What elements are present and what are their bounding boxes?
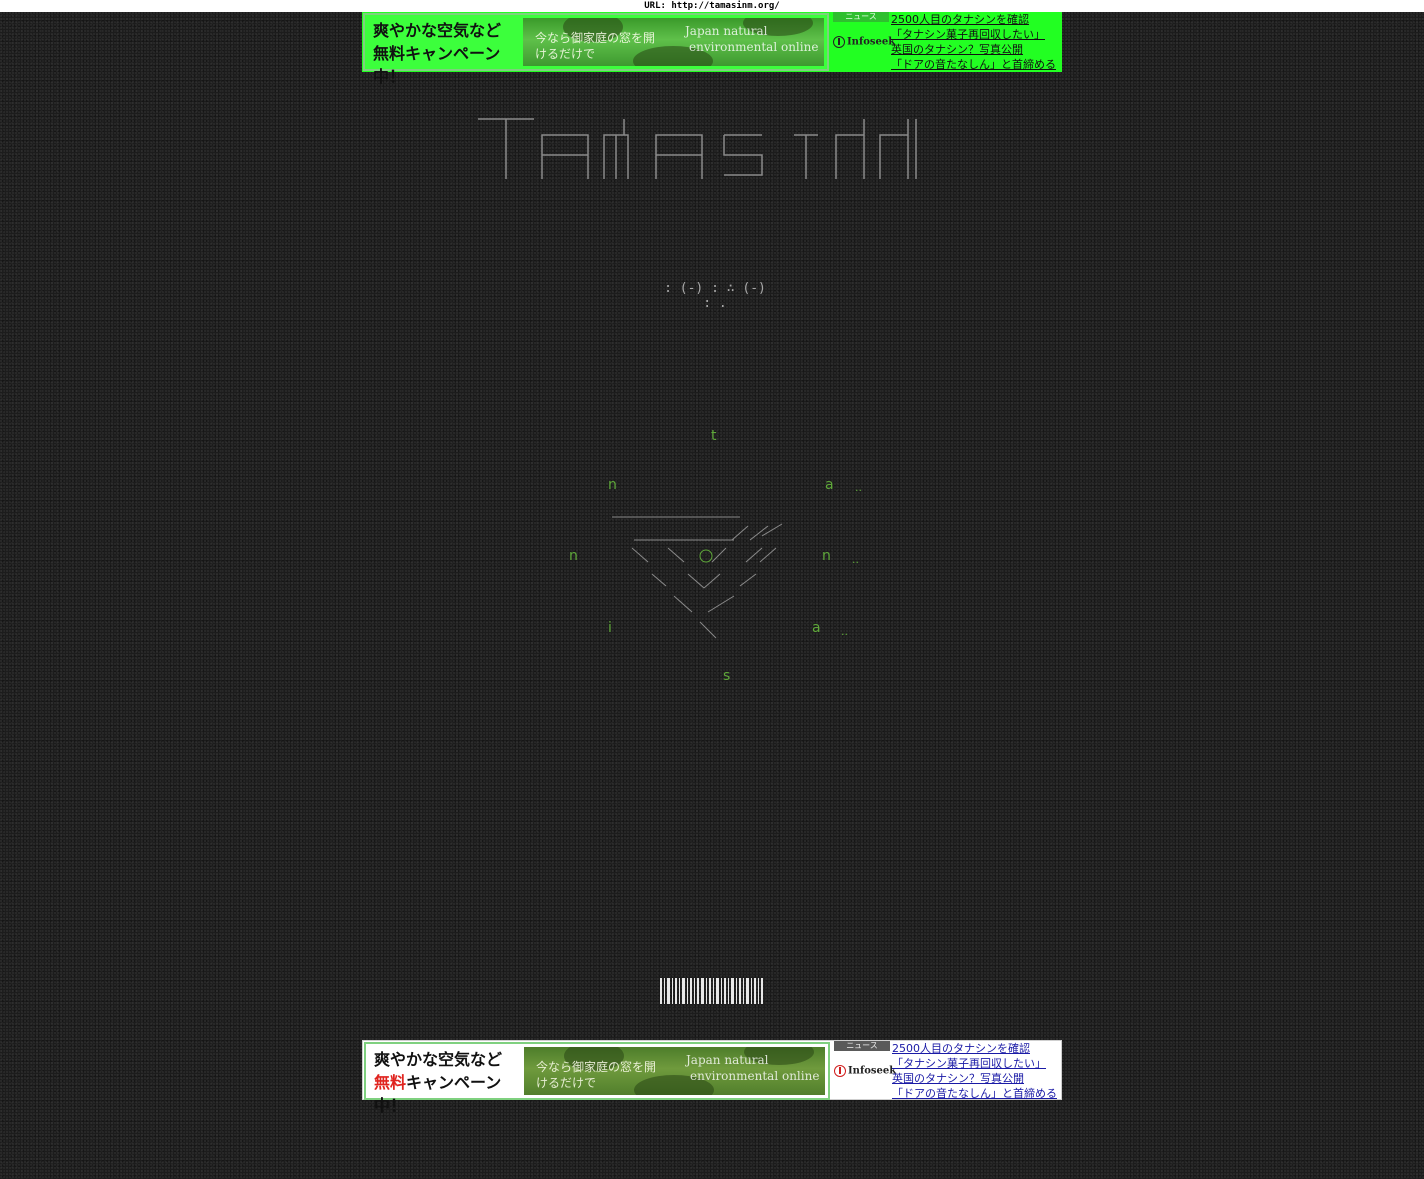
news-link[interactable]: 英国のタナシン？写真公開 <box>892 1071 1057 1086</box>
news-link[interactable]: 2500人目のタナシンを確認 <box>892 1041 1057 1056</box>
banner-free: 無料 <box>373 44 406 63</box>
letter-s: s <box>723 668 731 684</box>
banner-line-2: 無料キャンペーン中！ <box>373 42 523 88</box>
banner-brand-1: Japan natural <box>686 1053 769 1067</box>
banner-brand-2: environmental online <box>690 1069 820 1083</box>
triangle-art <box>612 516 783 639</box>
letter-a: a <box>812 620 821 636</box>
infoseek-logo[interactable]: Infoseek <box>833 36 895 48</box>
letter-n: n <box>608 477 617 493</box>
news-link[interactable]: 「ドアの音たなしん」と首締める <box>891 57 1056 72</box>
infoseek-logo[interactable]: Infoseek <box>834 1065 896 1077</box>
news-box: ニュース Infoseek 2500人目のタナシンを確認 「タナシン菓子再回収し… <box>830 1041 1061 1101</box>
top-ad-banner[interactable]: 爽やかな空気など 無料キャンペーン中！ 今なら御家庭の窓を開けるだけで Japa… <box>362 12 1062 86</box>
news-link[interactable]: 「タナシン菓子再回収したい」 <box>891 27 1056 42</box>
banner-brand-2: environmental online <box>689 40 819 54</box>
banner-message: 今なら御家庭の窓を開けるだけで <box>536 1060 657 1090</box>
dots: .. <box>852 553 859 566</box>
bottom-ad-banner[interactable]: 爽やかな空気など 無料キャンペーン中！ 今なら御家庭の窓を開けるだけで Japa… <box>362 1040 1062 1115</box>
infoseek-logo-icon <box>833 36 845 48</box>
banner-line-1: 爽やかな空気など <box>374 1050 503 1069</box>
banner-line-1: 爽やかな空気など <box>373 21 502 40</box>
banner-message: 今なら御家庭の窓を開けるだけで <box>535 31 656 61</box>
news-tab: ニュース <box>833 12 889 22</box>
barcode-icon <box>660 978 763 1004</box>
news-tab: ニュース <box>834 1041 890 1051</box>
dots: .. <box>841 625 848 638</box>
letter-n: n <box>822 548 831 564</box>
letter-a: a <box>825 477 834 493</box>
campaign-banner[interactable]: 爽やかな空気など 無料キャンペーン中！ 今なら御家庭の窓を開けるだけで Japa… <box>363 13 829 86</box>
url-bar: URL: http://tamasinm.org/ <box>0 0 1424 12</box>
banner-line-2: 無料キャンペーン中！ <box>374 1071 524 1117</box>
letter-n: n <box>569 548 578 564</box>
banner-photo: 今なら御家庭の窓を開けるだけで Japan natural environmen… <box>524 1047 825 1095</box>
banner-photo: 今なら御家庭の窓を開けるだけで Japan natural environmen… <box>523 18 824 66</box>
banner-text: 爽やかな空気など 無料キャンペーン中！ <box>366 1044 524 1115</box>
news-link[interactable]: 「ドアの音たなしん」と首締める <box>892 1086 1057 1101</box>
news-box: ニュース Infoseek 2500人目のタナシンを確認 「タナシン菓子再回収し… <box>829 12 1062 72</box>
infoseek-logo-icon <box>834 1065 846 1077</box>
circle-icon <box>699 549 713 563</box>
banner-brand-1: Japan natural <box>685 24 768 38</box>
site-logo <box>478 118 917 179</box>
news-link[interactable]: 「タナシン菓子再回収したい」 <box>892 1056 1057 1071</box>
banner-text: 爽やかな空気など 無料キャンペーン中！ <box>365 15 523 86</box>
news-link[interactable]: 2500人目のタナシンを確認 <box>891 12 1056 27</box>
dots: .. <box>855 481 862 494</box>
banner-free: 無料 <box>374 1073 407 1092</box>
news-link[interactable]: 英国のタナシン？写真公開 <box>891 42 1056 57</box>
campaign-banner[interactable]: 爽やかな空気など 無料キャンペーン中！ 今なら御家庭の窓を開けるだけで Japa… <box>364 1042 830 1115</box>
letter-t: t <box>711 428 717 444</box>
ascii-face: : (-) : ∴ (-) : . <box>664 281 766 311</box>
